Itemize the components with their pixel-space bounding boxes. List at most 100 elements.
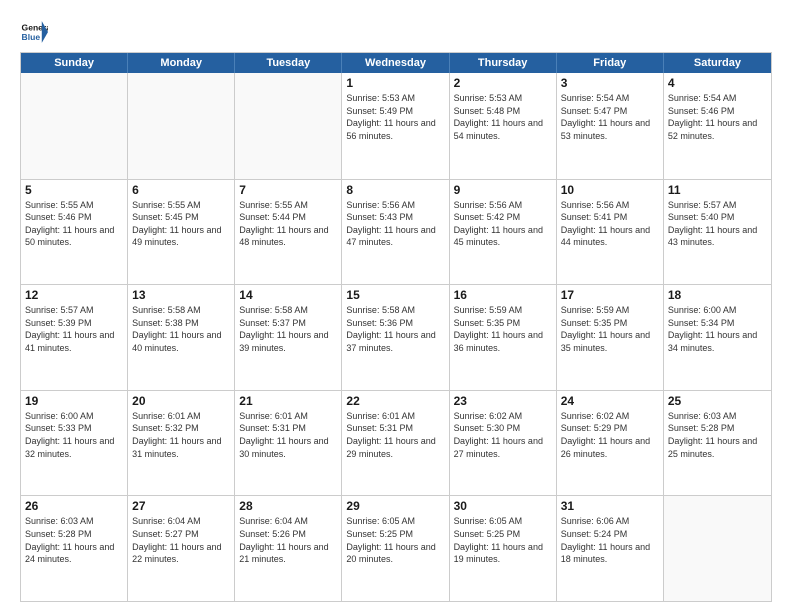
weekday-header-thursday: Thursday — [450, 53, 557, 73]
day-info: Sunrise: 5:54 AM Sunset: 5:47 PM Dayligh… — [561, 92, 659, 142]
calendar-body: 1Sunrise: 5:53 AM Sunset: 5:49 PM Daylig… — [21, 73, 771, 601]
day-number: 8 — [346, 183, 444, 197]
day-cell-3: 3Sunrise: 5:54 AM Sunset: 5:47 PM Daylig… — [557, 73, 664, 179]
day-info: Sunrise: 5:55 AM Sunset: 5:44 PM Dayligh… — [239, 199, 337, 249]
day-info: Sunrise: 5:59 AM Sunset: 5:35 PM Dayligh… — [561, 304, 659, 354]
day-cell-18: 18Sunrise: 6:00 AM Sunset: 5:34 PM Dayli… — [664, 285, 771, 390]
day-info: Sunrise: 6:02 AM Sunset: 5:30 PM Dayligh… — [454, 410, 552, 460]
day-cell-2: 2 Sunrise: 5:53 AM Sunset: 5:48 PM Daylig… — [450, 73, 557, 179]
day-info: Sunrise: 5:55 AM Sunset: 5:46 PM Dayligh… — [25, 199, 123, 249]
day-cell-8: 8 Sunrise: 5:56 AM Sunset: 5:43 PM Daylig… — [342, 180, 449, 285]
day-cell-31: 31 Sunrise: 6:06 AM Sunset: 5:24 PM Dayli… — [557, 496, 664, 601]
day-cell-7: 7 Sunrise: 5:55 AM Sunset: 5:44 PM Daylig… — [235, 180, 342, 285]
day-number: 19 — [25, 394, 123, 408]
calendar-row-5: 26 Sunrise: 6:03 AM Sunset: 5:28 PM Dayli… — [21, 495, 771, 601]
day-info: Sunrise: 6:05 AM Sunset: 5:25 PM Dayligh… — [454, 515, 552, 565]
day-number: 13 — [132, 288, 230, 302]
day-cell-22: 22 Sunrise: 6:01 AM Sunset: 5:31 PM Dayli… — [342, 391, 449, 496]
empty-cell — [235, 73, 342, 179]
day-info: Sunrise: 6:04 AM Sunset: 5:27 PM Dayligh… — [132, 515, 230, 565]
day-cell-12: 12 Sunrise: 5:57 AM Sunset: 5:39 PM Dayli… — [21, 285, 128, 390]
day-cell-25: 25 Sunrise: 6:03 AM Sunset: 5:28 PM Dayli… — [664, 391, 771, 496]
day-info: Sunrise: 5:56 AM Sunset: 5:43 PM Dayligh… — [346, 199, 444, 249]
day-info: Sunrise: 6:03 AM Sunset: 5:28 PM Dayligh… — [25, 515, 123, 565]
calendar-row-1: 1Sunrise: 5:53 AM Sunset: 5:49 PM Daylig… — [21, 73, 771, 179]
day-cell-20: 20Sunrise: 6:01 AM Sunset: 5:32 PM Dayli… — [128, 391, 235, 496]
day-cell-17: 17Sunrise: 5:59 AM Sunset: 5:35 PM Dayli… — [557, 285, 664, 390]
day-number: 10 — [561, 183, 659, 197]
day-info: Sunrise: 5:57 AM Sunset: 5:39 PM Dayligh… — [25, 304, 123, 354]
day-cell-29: 29 Sunrise: 6:05 AM Sunset: 5:25 PM Dayli… — [342, 496, 449, 601]
day-info: Sunrise: 6:01 AM Sunset: 5:31 PM Dayligh… — [346, 410, 444, 460]
day-info: Sunrise: 6:05 AM Sunset: 5:25 PM Dayligh… — [346, 515, 444, 565]
weekday-header-saturday: Saturday — [664, 53, 771, 73]
day-number: 15 — [346, 288, 444, 302]
day-number: 30 — [454, 499, 552, 513]
day-number: 4 — [668, 76, 767, 90]
day-number: 25 — [668, 394, 767, 408]
day-info: Sunrise: 5:56 AM Sunset: 5:42 PM Dayligh… — [454, 199, 552, 249]
day-cell-1: 1Sunrise: 5:53 AM Sunset: 5:49 PM Daylig… — [342, 73, 449, 179]
day-cell-26: 26 Sunrise: 6:03 AM Sunset: 5:28 PM Dayli… — [21, 496, 128, 601]
weekday-header-tuesday: Tuesday — [235, 53, 342, 73]
day-info: Sunrise: 5:59 AM Sunset: 5:35 PM Dayligh… — [454, 304, 552, 354]
day-info: Sunrise: 6:00 AM Sunset: 5:33 PM Dayligh… — [25, 410, 123, 460]
day-info: Sunrise: 5:57 AM Sunset: 5:40 PM Dayligh… — [668, 199, 767, 249]
day-number: 14 — [239, 288, 337, 302]
day-number: 29 — [346, 499, 444, 513]
calendar-row-4: 19 Sunrise: 6:00 AM Sunset: 5:33 PM Dayli… — [21, 390, 771, 496]
day-cell-14: 14 Sunrise: 5:58 AM Sunset: 5:37 PM Dayli… — [235, 285, 342, 390]
day-number: 28 — [239, 499, 337, 513]
day-info: Sunrise: 6:01 AM Sunset: 5:32 PM Dayligh… — [132, 410, 230, 460]
day-info: Sunrise: 5:53 AM Sunset: 5:48 PM Dayligh… — [454, 92, 552, 142]
day-number: 1 — [346, 76, 444, 90]
day-info: Sunrise: 5:55 AM Sunset: 5:45 PM Dayligh… — [132, 199, 230, 249]
day-number: 31 — [561, 499, 659, 513]
day-cell-24: 24Sunrise: 6:02 AM Sunset: 5:29 PM Dayli… — [557, 391, 664, 496]
day-info: Sunrise: 5:58 AM Sunset: 5:37 PM Dayligh… — [239, 304, 337, 354]
day-number: 12 — [25, 288, 123, 302]
day-number: 2 — [454, 76, 552, 90]
day-number: 26 — [25, 499, 123, 513]
calendar-row-2: 5Sunrise: 5:55 AM Sunset: 5:46 PM Daylig… — [21, 179, 771, 285]
logo-icon: General Blue — [20, 18, 48, 46]
day-info: Sunrise: 5:56 AM Sunset: 5:41 PM Dayligh… — [561, 199, 659, 249]
day-cell-5: 5Sunrise: 5:55 AM Sunset: 5:46 PM Daylig… — [21, 180, 128, 285]
day-cell-21: 21Sunrise: 6:01 AM Sunset: 5:31 PM Dayli… — [235, 391, 342, 496]
calendar-row-3: 12 Sunrise: 5:57 AM Sunset: 5:39 PM Dayli… — [21, 284, 771, 390]
day-info: Sunrise: 5:58 AM Sunset: 5:38 PM Dayligh… — [132, 304, 230, 354]
page: General Blue SundayMondayTuesdayWednesda… — [0, 0, 792, 612]
day-info: Sunrise: 5:58 AM Sunset: 5:36 PM Dayligh… — [346, 304, 444, 354]
day-cell-15: 15 Sunrise: 5:58 AM Sunset: 5:36 PM Dayli… — [342, 285, 449, 390]
day-cell-4: 4 Sunrise: 5:54 AM Sunset: 5:46 PM Daylig… — [664, 73, 771, 179]
calendar-header: SundayMondayTuesdayWednesdayThursdayFrid… — [21, 53, 771, 73]
day-cell-30: 30 Sunrise: 6:05 AM Sunset: 5:25 PM Dayli… — [450, 496, 557, 601]
day-cell-9: 9 Sunrise: 5:56 AM Sunset: 5:42 PM Daylig… — [450, 180, 557, 285]
day-number: 16 — [454, 288, 552, 302]
day-number: 24 — [561, 394, 659, 408]
day-cell-6: 6 Sunrise: 5:55 AM Sunset: 5:45 PM Daylig… — [128, 180, 235, 285]
day-cell-28: 28 Sunrise: 6:04 AM Sunset: 5:26 PM Dayli… — [235, 496, 342, 601]
weekday-header-sunday: Sunday — [21, 53, 128, 73]
empty-cell — [21, 73, 128, 179]
empty-cell — [128, 73, 235, 179]
day-info: Sunrise: 6:03 AM Sunset: 5:28 PM Dayligh… — [668, 410, 767, 460]
header: General Blue — [20, 18, 772, 46]
logo: General Blue — [20, 18, 48, 46]
day-number: 23 — [454, 394, 552, 408]
day-number: 18 — [668, 288, 767, 302]
day-number: 27 — [132, 499, 230, 513]
day-info: Sunrise: 5:54 AM Sunset: 5:46 PM Dayligh… — [668, 92, 767, 142]
day-cell-16: 16 Sunrise: 5:59 AM Sunset: 5:35 PM Dayli… — [450, 285, 557, 390]
day-cell-27: 27 Sunrise: 6:04 AM Sunset: 5:27 PM Dayli… — [128, 496, 235, 601]
day-number: 6 — [132, 183, 230, 197]
day-cell-10: 10 Sunrise: 5:56 AM Sunset: 5:41 PM Dayli… — [557, 180, 664, 285]
day-number: 22 — [346, 394, 444, 408]
day-info: Sunrise: 6:06 AM Sunset: 5:24 PM Dayligh… — [561, 515, 659, 565]
day-number: 7 — [239, 183, 337, 197]
day-number: 11 — [668, 183, 767, 197]
weekday-header-friday: Friday — [557, 53, 664, 73]
day-info: Sunrise: 6:04 AM Sunset: 5:26 PM Dayligh… — [239, 515, 337, 565]
day-cell-13: 13 Sunrise: 5:58 AM Sunset: 5:38 PM Dayli… — [128, 285, 235, 390]
day-number: 9 — [454, 183, 552, 197]
